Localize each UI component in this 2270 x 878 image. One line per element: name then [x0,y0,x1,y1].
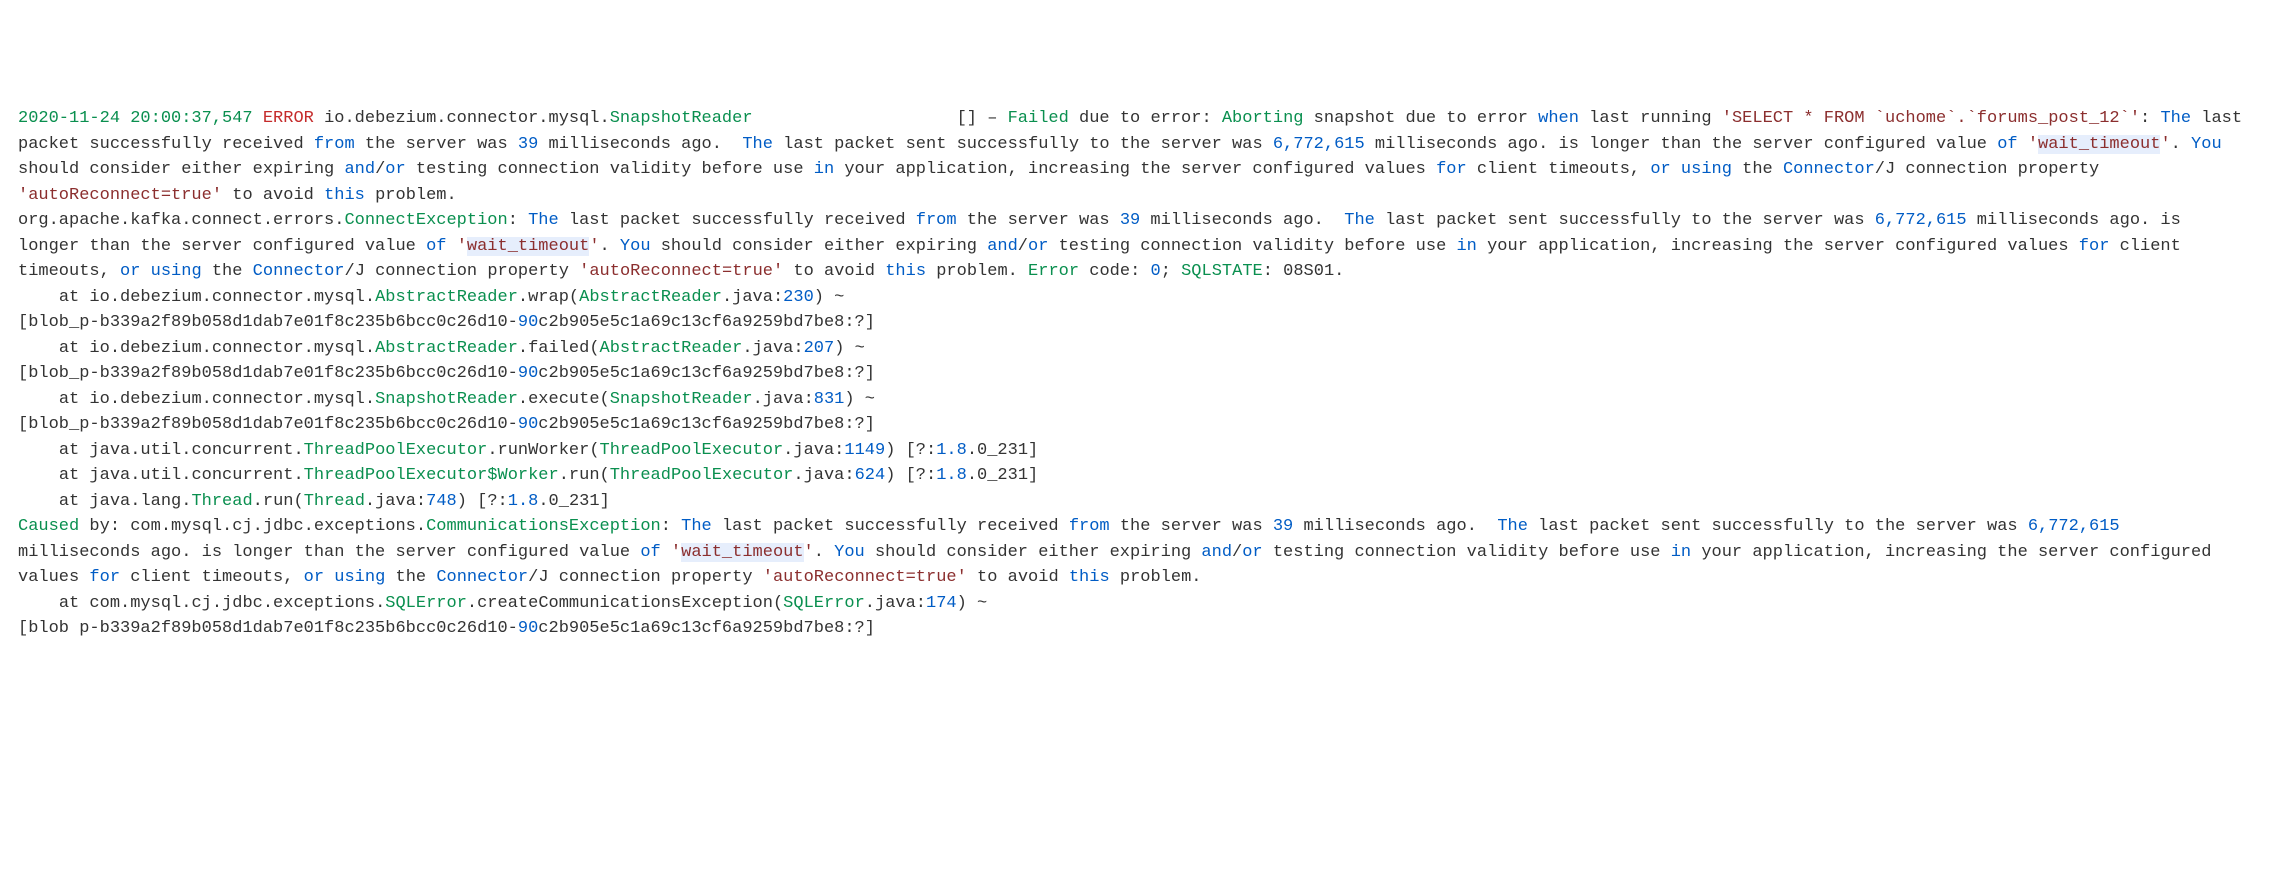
log-level: ERROR [263,109,314,128]
logger-class: SnapshotReader [610,109,753,128]
wait-timeout-highlight: wait_timeout [2038,135,2160,154]
logger-package: io.debezium.connector.mysql. [324,109,610,128]
stack-frame: at [18,288,89,307]
caused-by: Caused [18,517,79,536]
timestamp: 2020-11-24 20:00:37,547 [18,109,253,128]
exception-class: ConnectException [344,211,507,230]
exception-package: org.apache.kafka.connect.errors. [18,211,344,230]
blob-ref: [blob_p-b339a2f89b058d1dab7e01f8c235b6bc… [18,313,518,332]
sql-query: 'SELECT * FROM `uchome`.`forums_post_12`… [1722,109,2140,128]
log-output: 2020-11-24 20:00:37,547 ERROR io.debeziu… [18,106,2252,642]
